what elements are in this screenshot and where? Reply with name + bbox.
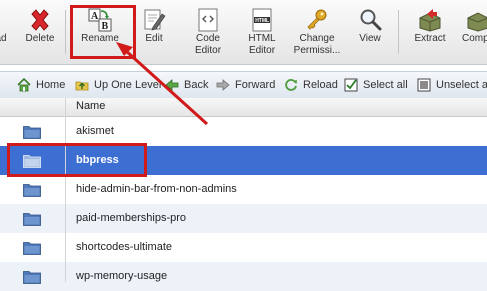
html-editor-icon: HTML	[252, 8, 272, 32]
code-editor-label: Code Editor	[194, 33, 222, 56]
edit-pencil-icon	[144, 9, 166, 31]
compress-label: Comp	[462, 33, 487, 44]
folder-icon	[23, 213, 41, 226]
html-editor-button[interactable]: HTML HTML Editor	[242, 0, 282, 64]
back-button[interactable]: Back	[165, 72, 208, 98]
html-icon-text: HTML	[255, 18, 269, 24]
home-label: Home	[36, 79, 66, 91]
forward-label: Forward	[235, 79, 276, 91]
unselect-all-button[interactable]: Unselect all	[417, 72, 487, 98]
bbpress-highlight-box	[7, 143, 147, 177]
file-row-hide-admin-bar[interactable]: hide-admin-bar-from-non-admins	[0, 175, 487, 204]
checkbox-checked-icon	[344, 78, 358, 92]
view-button[interactable]: View	[354, 0, 386, 64]
file-row-shortcodes-ultimate[interactable]: shortcodes-ultimate	[0, 233, 487, 262]
extract-button[interactable]: Extract	[412, 0, 448, 64]
reload-button[interactable]: Reload	[284, 72, 338, 98]
back-arrow-icon	[165, 79, 179, 91]
folder-icon	[23, 184, 41, 197]
change-permissions-button[interactable]: Change Permissi...	[292, 0, 342, 64]
file-name: akismet	[76, 125, 114, 137]
reload-label: Reload	[303, 79, 338, 91]
toolbar-separator	[65, 10, 66, 54]
name-column-header[interactable]: Name	[76, 100, 105, 112]
home-icon	[17, 78, 31, 92]
delete-label: Delete	[25, 33, 55, 44]
extract-label: Extract	[414, 33, 446, 44]
file-name: shortcodes-ultimate	[76, 241, 172, 253]
code-editor-button[interactable]: Code Editor	[188, 0, 228, 64]
upload-button[interactable]: ad	[0, 0, 16, 64]
file-name: paid-memberships-pro	[76, 212, 187, 224]
extract-icon	[419, 9, 441, 32]
checkbox-empty-icon	[417, 78, 431, 92]
key-icon	[307, 9, 327, 30]
magnifier-icon	[360, 9, 382, 31]
home-button[interactable]: Home	[17, 72, 65, 98]
file-name: wp-memory-usage	[76, 270, 168, 282]
file-row-paid-memberships-pro[interactable]: paid-memberships-pro	[0, 204, 487, 233]
edit-label: Edit	[145, 33, 163, 44]
file-row-akismet[interactable]: akismet	[0, 117, 487, 146]
up-one-level-button[interactable]: Up One Level	[75, 72, 161, 98]
delete-button[interactable]: Delete	[22, 0, 58, 64]
rename-highlight-box	[70, 5, 136, 59]
file-list: Name akismet bbpress hide-admin-bar-from…	[0, 98, 487, 291]
select-all-button[interactable]: Select all	[344, 72, 408, 98]
up-one-level-label: Up One Level	[94, 79, 162, 91]
unselect-all-label: Unselect all	[436, 79, 487, 91]
file-name: hide-admin-bar-from-non-admins	[76, 183, 237, 195]
file-row-wp-memory-usage[interactable]: wp-memory-usage	[0, 262, 487, 291]
select-all-label: Select all	[363, 79, 408, 91]
list-header: Name	[0, 98, 487, 117]
toolbar-separator	[398, 10, 399, 54]
navigation-bar: Home Up One Level Back Forward Reload Se…	[0, 71, 487, 99]
compress-button[interactable]: Comp	[460, 0, 487, 64]
forward-button[interactable]: Forward	[216, 72, 275, 98]
back-label: Back	[184, 79, 209, 91]
folder-icon	[23, 126, 41, 139]
change-permissions-label: Change Permissi...	[293, 33, 341, 56]
delete-x-icon	[31, 9, 49, 31]
folder-icon	[23, 242, 41, 255]
reload-icon	[285, 79, 297, 91]
code-editor-icon	[198, 8, 218, 32]
up-folder-icon	[75, 81, 89, 91]
compress-icon	[467, 12, 487, 32]
column-separator	[65, 98, 66, 282]
html-editor-label: HTML Editor	[248, 33, 276, 56]
forward-arrow-icon	[216, 79, 230, 91]
edit-button[interactable]: Edit	[136, 0, 172, 64]
view-label: View	[359, 33, 381, 44]
